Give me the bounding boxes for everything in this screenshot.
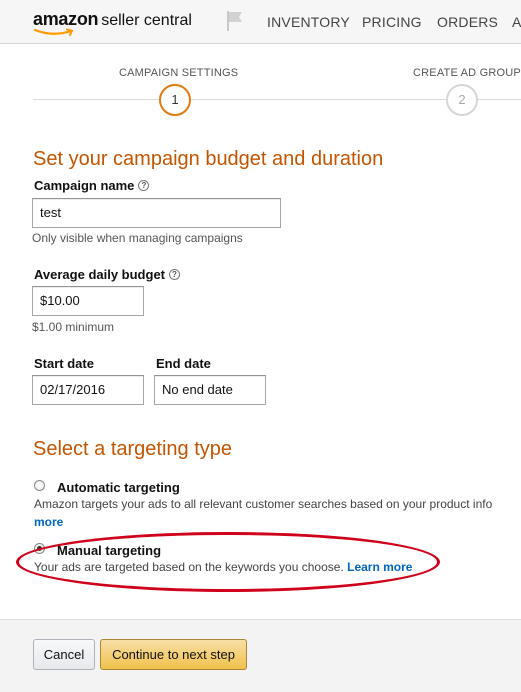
step-1-circle[interactable]: 1	[159, 84, 191, 116]
end-date-label: End date	[156, 356, 211, 371]
cancel-button[interactable]: Cancel	[33, 639, 95, 670]
automatic-targeting-title[interactable]: Automatic targeting	[57, 480, 180, 495]
daily-budget-label: Average daily budget?	[34, 267, 180, 282]
start-date-input[interactable]: 02/17/2016	[32, 375, 144, 405]
daily-budget-hint: $1.00 minimum	[32, 320, 115, 334]
budget-section-heading: Set your campaign budget and duration	[33, 148, 384, 170]
flag-icon[interactable]	[226, 10, 244, 32]
annotation-ellipse	[16, 532, 440, 592]
automatic-targeting-radio[interactable]	[34, 480, 45, 491]
seller-central-logo[interactable]: amazon seller central	[33, 9, 192, 36]
daily-budget-input[interactable]: $10.00	[32, 286, 144, 316]
start-date-label: Start date	[34, 356, 94, 371]
step-2-circle[interactable]: 2	[446, 84, 478, 116]
automatic-targeting-learn-more-link[interactable]: more	[34, 515, 63, 529]
logo-brand: amazon	[33, 9, 99, 29]
campaign-name-label-text: Campaign name	[34, 178, 135, 193]
campaign-name-label: Campaign name?	[34, 178, 150, 193]
continue-button[interactable]: Continue to next step	[100, 639, 247, 670]
nav-inventory[interactable]: INVENTORY	[267, 14, 350, 30]
help-icon[interactable]: ?	[138, 180, 150, 192]
campaign-name-hint: Only visible when managing campaigns	[32, 231, 243, 245]
nav-orders[interactable]: ORDERS	[437, 14, 498, 30]
help-icon[interactable]: ?	[169, 269, 180, 281]
step-1-label: CAMPAIGN SETTINGS	[119, 67, 239, 79]
top-nav: amazon seller central INVENTORY PRICING O…	[0, 0, 521, 44]
amazon-smile-logo-icon	[33, 28, 74, 36]
logo-product: seller central	[101, 12, 192, 29]
end-date-input[interactable]: No end date	[154, 375, 266, 405]
automatic-targeting-description: Amazon targets your ads to all relevant …	[34, 497, 493, 511]
daily-budget-label-text: Average daily budget	[34, 267, 165, 282]
campaign-name-input[interactable]: test	[32, 198, 281, 228]
nav-more[interactable]: A	[512, 14, 521, 30]
step-2-label: CREATE AD GROUP	[413, 67, 521, 79]
nav-pricing[interactable]: PRICING	[362, 14, 422, 30]
targeting-section-heading: Select a targeting type	[33, 438, 233, 460]
